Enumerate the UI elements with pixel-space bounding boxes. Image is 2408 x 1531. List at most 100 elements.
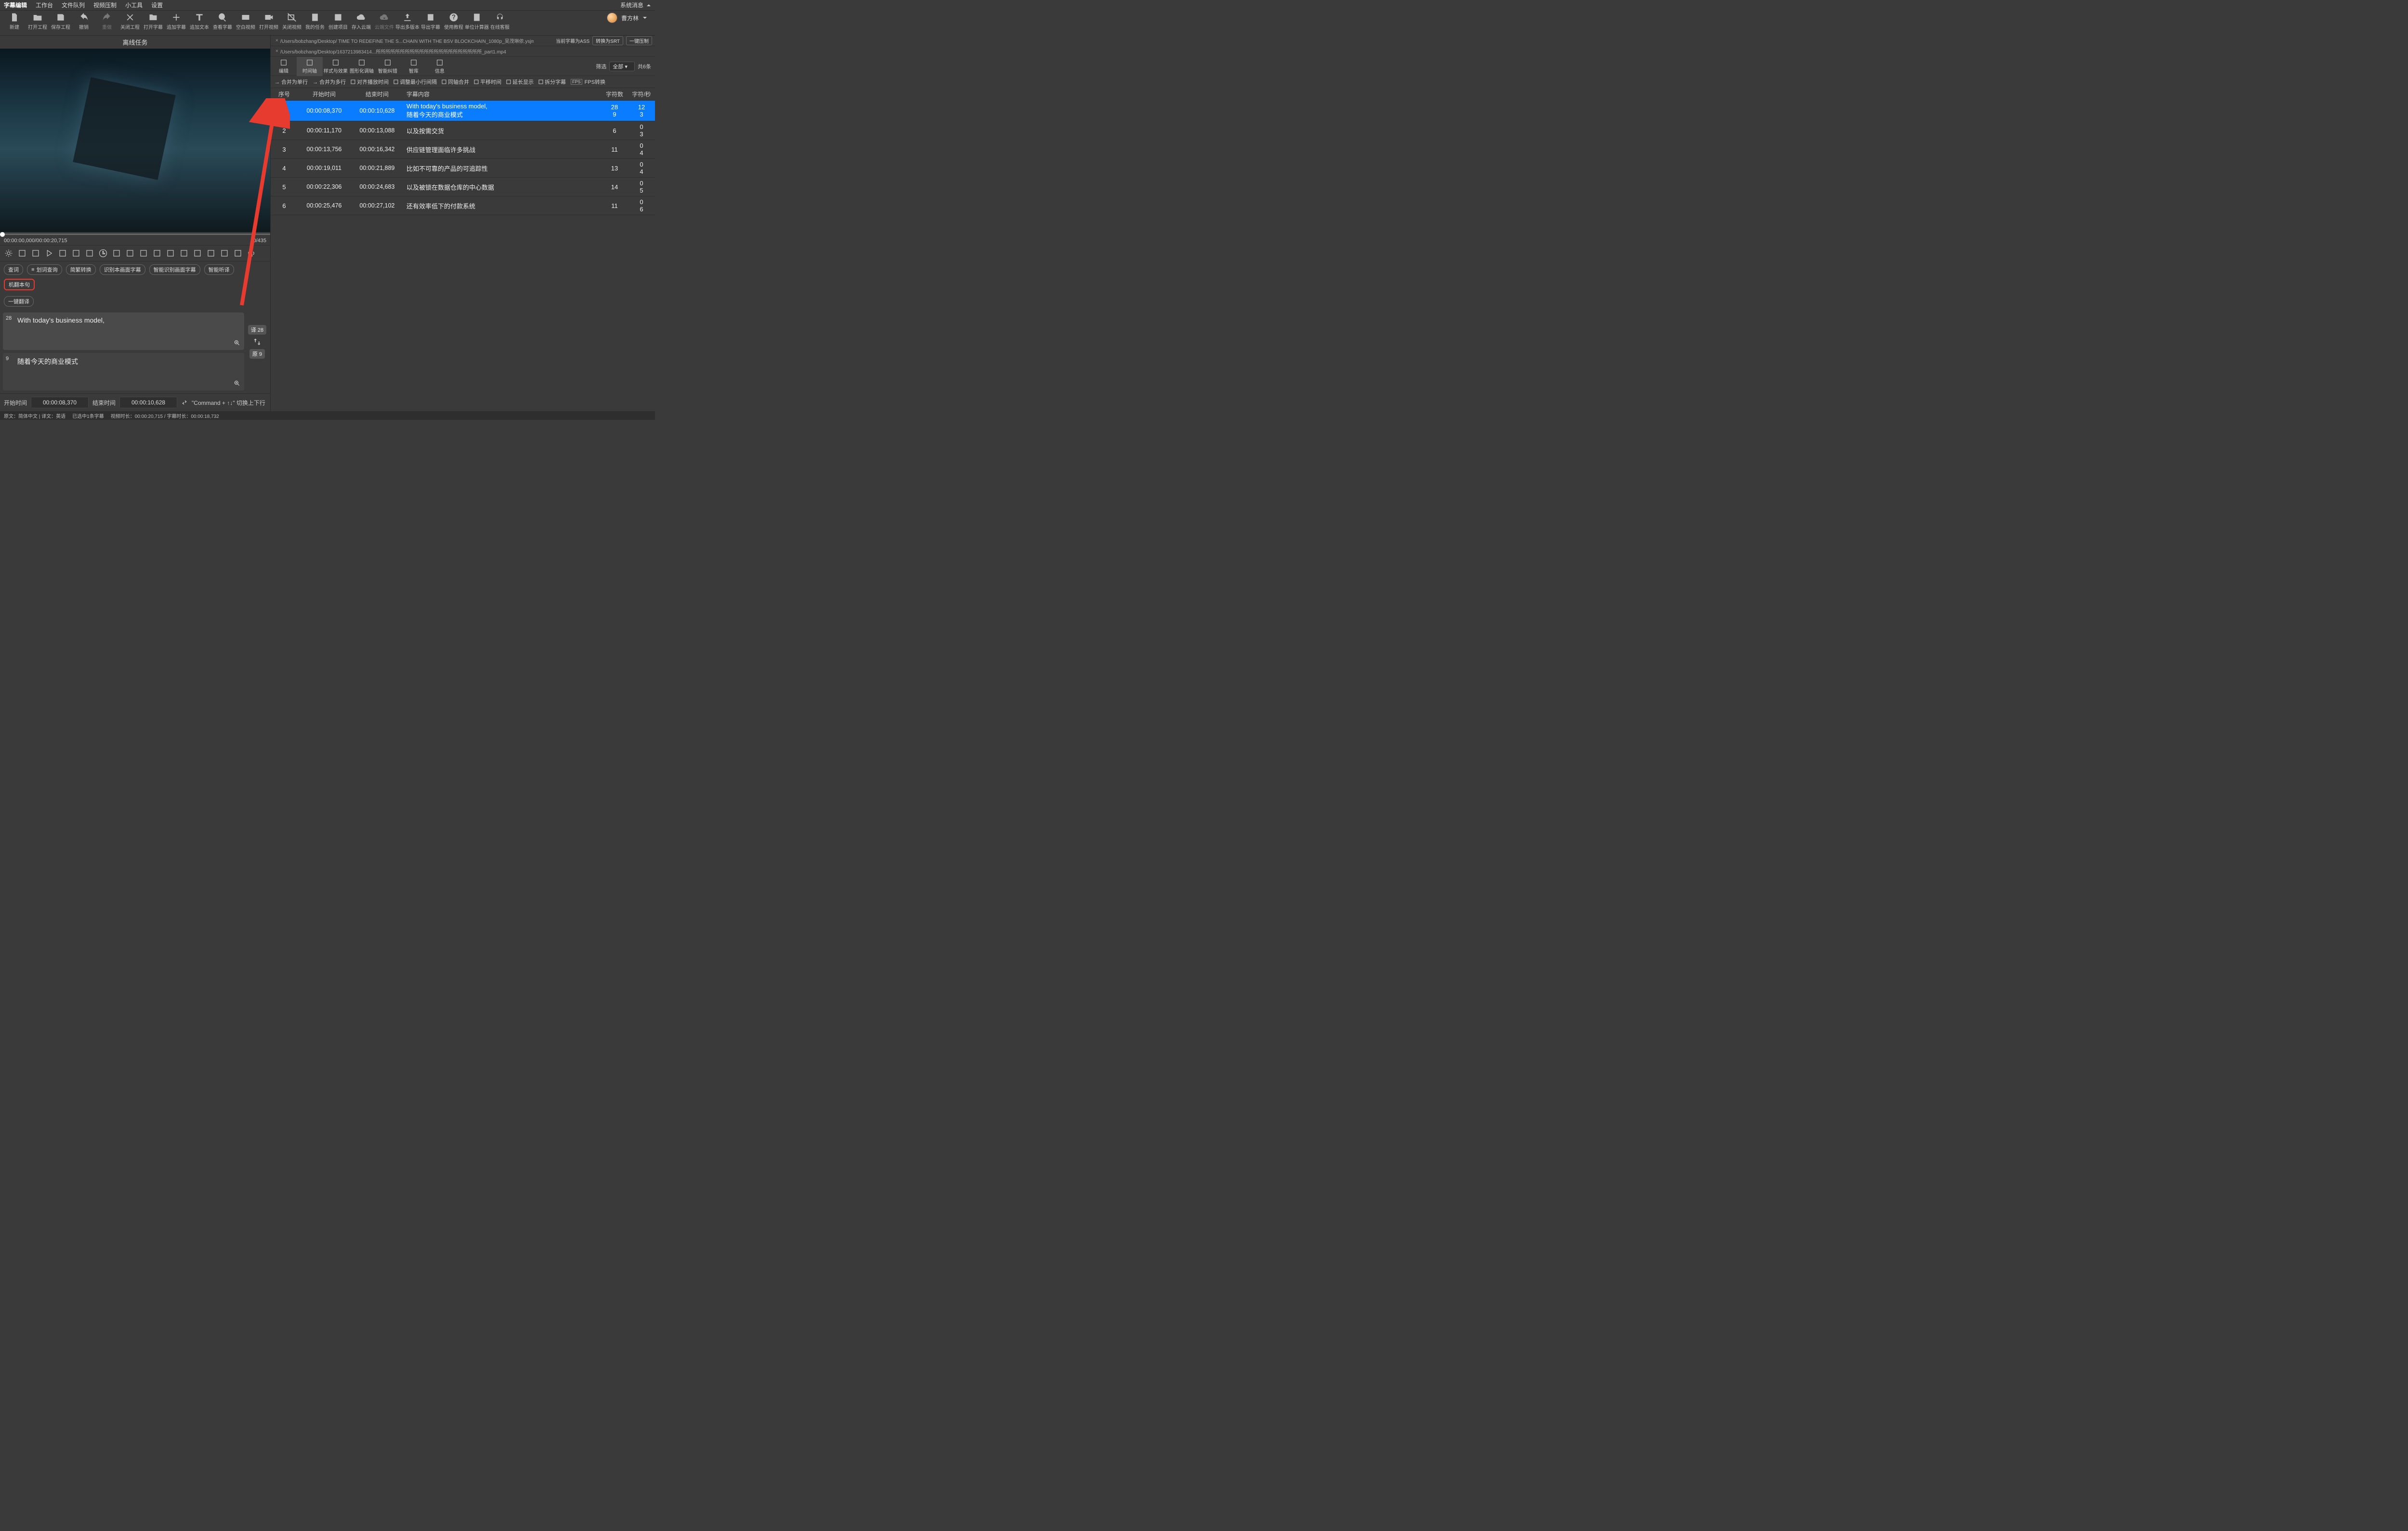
seek-bar[interactable] [0, 232, 270, 236]
mode-2[interactable]: 样式与效果 [323, 57, 349, 76]
tool-search[interactable]: 查看字幕 [211, 13, 234, 30]
op-6[interactable]: 延长显示 [506, 78, 534, 86]
file-tab-1[interactable]: ×/Users/bobzhang/Desktop/ TIME TO REDEFI… [274, 37, 534, 44]
mode-4[interactable]: 智能纠错 [375, 57, 401, 76]
user-area[interactable]: 曹方林 [607, 13, 652, 23]
table-row[interactable]: 500:00:22,30600:00:24,683以及被锁在数据仓库的中心数据1… [271, 178, 655, 196]
tool-cloud[interactable]: 存入云端 [350, 13, 373, 30]
step-fwd-button[interactable] [70, 247, 82, 259]
tool-task[interactable]: 我的任务 [303, 13, 327, 30]
loop-back-button[interactable] [30, 247, 41, 259]
one-click-translate-button[interactable]: 一键翻译 [4, 296, 34, 307]
filter-select[interactable]: 全部 ▾ [609, 62, 635, 71]
table-row[interactable]: 100:00:08,37000:00:10,628With today's bu… [271, 101, 655, 121]
mode-6[interactable]: 信息 [427, 57, 453, 76]
op-4[interactable]: 同轴合并 [442, 78, 469, 86]
table-row[interactable]: 600:00:25,47600:00:27,102还有效率低下的付款系统1106 [271, 196, 655, 215]
tool-save[interactable]: 保存工程 [49, 13, 72, 30]
merge-up-button[interactable] [151, 247, 163, 259]
menu-2[interactable]: 文件队列 [62, 1, 85, 9]
menu-0[interactable]: 字幕编辑 [4, 1, 27, 9]
indent-r-button[interactable] [192, 247, 203, 259]
tool-folder-open[interactable]: 打开工程 [26, 13, 49, 30]
pill-2[interactable]: 简繁转换 [66, 264, 96, 275]
mode-0[interactable]: 编辑 [271, 57, 297, 76]
op-7[interactable]: 拆分字幕 [538, 78, 566, 86]
skip-r-button[interactable] [219, 247, 230, 259]
start-time-input[interactable] [31, 397, 89, 408]
seek-thumb[interactable] [0, 232, 5, 237]
menu-5[interactable]: 设置 [151, 1, 163, 9]
one-click-hardsub-button[interactable]: 一键压制 [626, 36, 652, 45]
menu-1[interactable]: 工作台 [36, 1, 53, 9]
source-textbox[interactable]: 9 随着今天的商业模式 [3, 353, 244, 390]
indent-l-button[interactable] [178, 247, 190, 259]
tool-export[interactable]: 导出多版本 [396, 13, 419, 30]
file-tab-2[interactable]: ×/Users/bobzhang/Desktop/1637213983414..… [274, 48, 508, 55]
table-row[interactable]: 200:00:11,17000:00:13,088以及按需交货603 [271, 121, 655, 140]
op-2[interactable]: 对齐播放时间 [351, 78, 389, 86]
swap-horiz-icon[interactable] [181, 399, 188, 406]
tool-export-sub[interactable]: 导出字幕 [419, 13, 442, 30]
align-left-button[interactable] [124, 247, 136, 259]
tool-calc[interactable]: 单位计算器 [465, 13, 488, 30]
volume-button[interactable] [246, 247, 257, 259]
op-3[interactable]: 调整最小行间隔 [393, 78, 437, 86]
menu-3[interactable]: 视频压制 [93, 1, 117, 9]
clock-button[interactable] [97, 247, 109, 259]
op-8[interactable]: FPSFPS转换 [571, 78, 605, 86]
tool-text[interactable]: 追加文本 [188, 13, 211, 30]
close-icon[interactable]: × [275, 38, 278, 43]
tool-close[interactable]: 关闭工程 [118, 13, 142, 30]
zoom-icon[interactable] [234, 339, 240, 346]
tool-redo[interactable]: 重做 [95, 13, 118, 30]
tool-undo[interactable]: 撤销 [72, 13, 95, 30]
end-time-input[interactable] [119, 397, 177, 408]
tool-cloud-dl[interactable]: 云端文件 [373, 13, 396, 30]
pill-5[interactable]: 智能听译 [204, 264, 234, 275]
pill-0[interactable]: 查词 [4, 264, 23, 275]
play-button[interactable] [43, 247, 55, 259]
translation-textbox[interactable]: 28 With today's business model, [3, 312, 244, 350]
settings-button[interactable] [3, 247, 14, 259]
step-back-button[interactable] [16, 247, 28, 259]
tag-translation[interactable]: 译 28 [248, 325, 266, 335]
tool-video[interactable]: 打开视频 [257, 13, 280, 30]
op-1[interactable]: → 合并为多行 [313, 78, 346, 86]
system-message[interactable]: 系统消息 [620, 1, 651, 9]
tool-proj[interactable]: 创建项目 [327, 13, 350, 30]
pill-4[interactable]: 智能识别画面字幕 [149, 264, 200, 275]
op-0[interactable]: → 合并为单行 [275, 78, 308, 86]
swap-icon[interactable] [253, 337, 262, 346]
mode-5[interactable]: 智库 [401, 57, 427, 76]
char-count-bot: 9 [6, 356, 9, 362]
table-row[interactable]: 400:00:19,01100:00:21,889比如不可靠的产品的可追踪性13… [271, 159, 655, 178]
loop-fwd-button[interactable] [57, 247, 68, 259]
tool-folder[interactable]: 打开字幕 [142, 13, 165, 30]
convert-srt-button[interactable]: 转换为SRT [592, 36, 623, 45]
tool-file[interactable]: 新建 [3, 13, 26, 30]
tag-source[interactable]: 原 9 [249, 349, 265, 359]
op-5[interactable]: 平移时间 [474, 78, 501, 86]
bracket-button[interactable] [232, 247, 244, 259]
align-right-button[interactable] [138, 247, 149, 259]
table-row[interactable]: 300:00:13,75600:00:16,342供应链管理面临许多挑战1104 [271, 140, 655, 159]
merge-down-button[interactable] [165, 247, 176, 259]
mode-1[interactable]: 时间轴 [297, 57, 323, 76]
close-icon[interactable]: × [275, 49, 278, 54]
video-preview[interactable] [0, 49, 270, 232]
tool-support[interactable]: 在线客服 [488, 13, 511, 30]
tool-plus[interactable]: 追加字幕 [165, 13, 188, 30]
skip-l-button[interactable] [205, 247, 217, 259]
target-button[interactable] [111, 247, 122, 259]
zoom-icon[interactable] [234, 380, 240, 387]
font-button[interactable] [84, 247, 95, 259]
tool-help[interactable]: 使用教程 [442, 13, 465, 30]
pill-1[interactable]: ■划词查询 [27, 264, 62, 275]
menu-4[interactable]: 小工具 [125, 1, 143, 9]
mode-3[interactable]: 图形化调轴 [349, 57, 375, 76]
pill-3[interactable]: 识别本画面字幕 [100, 264, 145, 275]
tool-clip[interactable]: 空白视频 [234, 13, 257, 30]
tool-video-off[interactable]: 关闭视频 [280, 13, 303, 30]
pill-6[interactable]: 机翻本句 [4, 279, 35, 290]
